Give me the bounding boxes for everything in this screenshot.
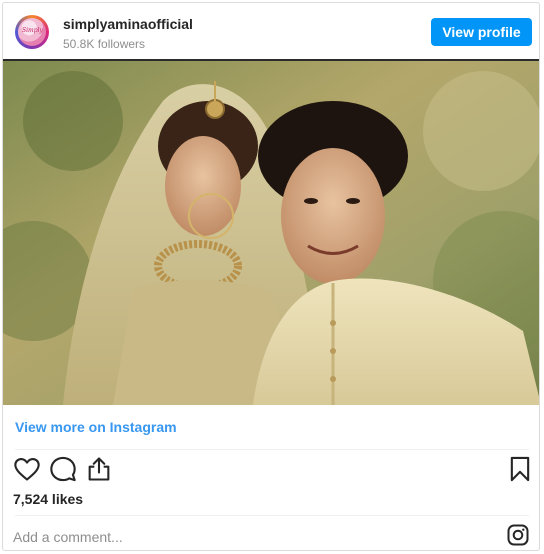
avatar[interactable]: Simply	[15, 15, 49, 49]
instagram-icon[interactable]	[506, 523, 530, 547]
divider	[15, 515, 529, 516]
heart-icon[interactable]	[13, 455, 41, 483]
like-count[interactable]: 7,524 likes	[13, 491, 83, 507]
comment-icon[interactable]	[49, 455, 77, 483]
action-bar	[3, 455, 539, 487]
view-more-on-instagram-link[interactable]: View more on Instagram	[15, 419, 177, 435]
bookmark-icon[interactable]	[506, 455, 534, 483]
instagram-embed-card: Simply simplyaminaofficial 50.8K followe…	[2, 2, 540, 551]
followers-count: 50.8K followers	[63, 37, 146, 51]
add-comment-input[interactable]: Add a comment...	[13, 529, 123, 545]
username[interactable]: simplyaminaofficial	[63, 16, 193, 32]
view-profile-button[interactable]: View profile	[431, 18, 532, 46]
post-photo-illustration	[3, 61, 539, 405]
avatar-logo-text: Simply	[22, 27, 43, 34]
share-icon[interactable]	[85, 455, 113, 483]
divider	[15, 449, 529, 450]
post-header: Simply simplyaminaofficial 50.8K followe…	[3, 3, 539, 61]
avatar-image: Simply	[18, 18, 46, 46]
post-photo[interactable]	[3, 59, 539, 405]
